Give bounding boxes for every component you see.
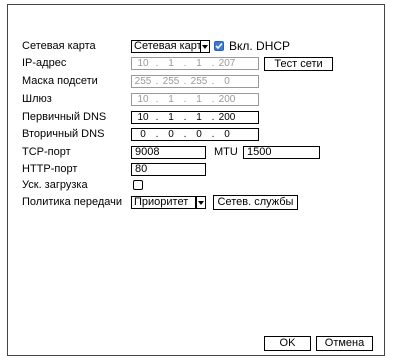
- network-card-dropdown-button[interactable]: [200, 40, 210, 53]
- secondary-dns-field[interactable]: 0. 0. 0. 0: [131, 128, 259, 141]
- dns2-octet-4: 0: [224, 129, 230, 140]
- dns2-octet-2: 0: [168, 129, 174, 140]
- test-network-button[interactable]: Тест сети: [264, 57, 333, 71]
- http-port-input[interactable]: 80: [131, 163, 206, 176]
- network-card-select[interactable]: Сетевая карт: [131, 40, 201, 53]
- ip-octet-3: 1: [196, 58, 202, 69]
- mtu-label: MTU: [214, 146, 238, 158]
- gw-octet-4: 200: [218, 94, 236, 105]
- ip-address-field[interactable]: 10. 1. 1. 207: [131, 57, 259, 70]
- fast-download-label: Уск. загрузка: [22, 179, 88, 191]
- primary-dns-label: Первичный DNS: [22, 111, 107, 123]
- ip-octet-2: 1: [168, 58, 174, 69]
- tcp-port-label: TCP-порт: [22, 146, 71, 158]
- tcp-port-input[interactable]: 9008: [131, 146, 206, 159]
- gw-octet-1: 10: [137, 94, 149, 105]
- net-services-button[interactable]: Сетев. службы: [213, 195, 298, 210]
- mask-octet-1: 255: [134, 76, 152, 87]
- dns1-octet-1: 10: [137, 112, 149, 123]
- dhcp-checkbox[interactable]: [214, 41, 224, 51]
- ip-address-label: IP-адрес: [22, 57, 67, 69]
- chevron-down-icon: [202, 44, 208, 49]
- ip-octet-1: 10: [137, 58, 149, 69]
- gw-octet-2: 1: [168, 94, 174, 105]
- gateway-label: Шлюз: [22, 93, 52, 105]
- ok-button[interactable]: OK: [264, 336, 311, 351]
- dns1-octet-4: 200: [218, 112, 236, 123]
- secondary-dns-label: Вторичный DNS: [22, 128, 105, 140]
- cancel-button[interactable]: Отмена: [316, 336, 373, 351]
- mtu-input[interactable]: 1500: [243, 146, 320, 159]
- transfer-policy-label: Политика передачи: [22, 196, 122, 208]
- subnet-mask-field[interactable]: 255. 255. 255. 0: [131, 75, 259, 88]
- transfer-policy-select[interactable]: Приоритет: [131, 196, 196, 209]
- network-settings-screen: Сетевая карта Сетевая карт Вкл. DHCP IP-…: [0, 0, 393, 362]
- network-card-label: Сетевая карта: [22, 40, 96, 52]
- ip-octet-4: 207: [218, 58, 236, 69]
- dns1-octet-2: 1: [168, 112, 174, 123]
- dns1-octet-3: 1: [196, 112, 202, 123]
- http-port-label: HTTP-порт: [22, 163, 78, 175]
- dns2-octet-3: 0: [196, 129, 202, 140]
- mask-octet-4: 0: [224, 76, 230, 87]
- fast-download-checkbox[interactable]: [133, 180, 143, 190]
- dns2-octet-1: 0: [140, 129, 146, 140]
- dhcp-label: Вкл. DHCP: [229, 39, 291, 53]
- transfer-policy-dropdown-button[interactable]: [196, 196, 206, 209]
- checkmark-icon: [215, 42, 223, 50]
- gw-octet-3: 1: [196, 94, 202, 105]
- chevron-down-icon: [198, 200, 204, 205]
- subnet-mask-label: Маска подсети: [22, 75, 98, 87]
- mask-octet-2: 255: [162, 76, 180, 87]
- transfer-policy-value: Приоритет: [134, 197, 189, 208]
- gateway-field[interactable]: 10. 1. 1. 200: [131, 93, 259, 106]
- network-card-value: Сетевая карт: [134, 41, 200, 52]
- mask-octet-3: 255: [190, 76, 208, 87]
- primary-dns-field[interactable]: 10. 1. 1. 200: [131, 111, 259, 124]
